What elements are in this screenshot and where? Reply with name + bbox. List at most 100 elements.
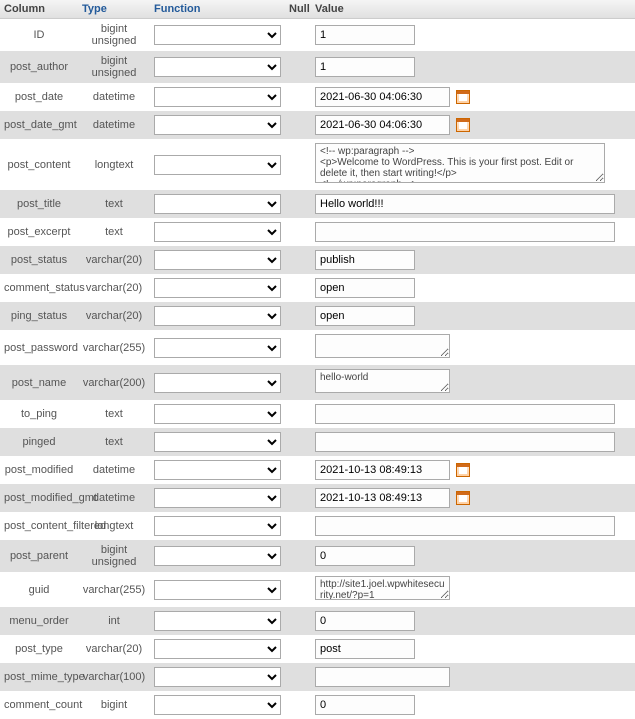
- value-input[interactable]: [315, 25, 415, 45]
- value-cell: [311, 456, 635, 484]
- value-input[interactable]: [315, 222, 615, 242]
- function-select[interactable]: [154, 115, 281, 135]
- null-cell: [285, 512, 311, 540]
- value-cell: [311, 190, 635, 218]
- table-row: post_date_gmtdatetime: [0, 111, 635, 139]
- function-select[interactable]: [154, 695, 281, 715]
- value-input[interactable]: [315, 639, 415, 659]
- function-select[interactable]: [154, 404, 281, 424]
- null-cell: [285, 302, 311, 330]
- field-type: bigint unsigned: [78, 51, 150, 83]
- value-input[interactable]: [315, 667, 450, 687]
- field-name: post_date: [0, 83, 78, 111]
- table-header-row: Column Type Function Null Value: [0, 0, 635, 19]
- header-column: Column: [0, 0, 78, 19]
- field-name: post_name: [0, 365, 78, 400]
- value-input[interactable]: [315, 546, 415, 566]
- field-name: ping_status: [0, 302, 78, 330]
- field-type: text: [78, 400, 150, 428]
- header-null: Null: [285, 0, 311, 19]
- function-select[interactable]: [154, 516, 281, 536]
- value-textarea[interactable]: <!-- wp:paragraph --> <p>Welcome to Word…: [315, 143, 605, 183]
- function-select[interactable]: [154, 546, 281, 566]
- function-select[interactable]: [154, 155, 281, 175]
- null-cell: [285, 428, 311, 456]
- field-type: datetime: [78, 83, 150, 111]
- function-cell: [150, 19, 285, 52]
- function-cell: [150, 607, 285, 635]
- table-row: post_statusvarchar(20): [0, 246, 635, 274]
- value-input[interactable]: [315, 57, 415, 77]
- field-type: text: [78, 218, 150, 246]
- header-type[interactable]: Type: [78, 0, 150, 19]
- value-cell: [311, 400, 635, 428]
- table-row: post_datedatetime: [0, 83, 635, 111]
- value-input[interactable]: [315, 432, 615, 452]
- value-cell: [311, 540, 635, 572]
- function-select[interactable]: [154, 250, 281, 270]
- function-select[interactable]: [154, 611, 281, 631]
- field-type: longtext: [78, 139, 150, 190]
- function-cell: [150, 512, 285, 540]
- value-input[interactable]: [315, 695, 415, 715]
- value-input[interactable]: [315, 250, 415, 270]
- function-select[interactable]: [154, 194, 281, 214]
- value-input[interactable]: [315, 460, 450, 480]
- field-type: varchar(255): [78, 330, 150, 365]
- value-cell: [311, 330, 635, 365]
- value-textarea[interactable]: [315, 334, 450, 358]
- field-name: post_content_filtered: [0, 512, 78, 540]
- function-select[interactable]: [154, 373, 281, 393]
- value-input[interactable]: [315, 516, 615, 536]
- value-input[interactable]: [315, 404, 615, 424]
- function-select[interactable]: [154, 580, 281, 600]
- null-cell: [285, 111, 311, 139]
- value-input[interactable]: [315, 306, 415, 326]
- function-select[interactable]: [154, 222, 281, 242]
- field-name: pinged: [0, 428, 78, 456]
- null-cell: [285, 218, 311, 246]
- value-input[interactable]: [315, 278, 415, 298]
- function-select[interactable]: [154, 432, 281, 452]
- function-select[interactable]: [154, 338, 281, 358]
- value-cell: [311, 302, 635, 330]
- calendar-icon[interactable]: [456, 463, 470, 477]
- value-input[interactable]: [315, 611, 415, 631]
- null-cell: [285, 572, 311, 607]
- value-textarea[interactable]: http://site1.joel.wpwhitesecurity.net/?p…: [315, 576, 450, 600]
- field-type: varchar(20): [78, 302, 150, 330]
- function-cell: [150, 218, 285, 246]
- value-input[interactable]: [315, 488, 450, 508]
- null-cell: [285, 540, 311, 572]
- field-name: post_content: [0, 139, 78, 190]
- function-cell: [150, 246, 285, 274]
- calendar-icon[interactable]: [456, 491, 470, 505]
- function-select[interactable]: [154, 278, 281, 298]
- value-cell: [311, 607, 635, 635]
- value-input[interactable]: [315, 115, 450, 135]
- function-select[interactable]: [154, 57, 281, 77]
- function-select[interactable]: [154, 25, 281, 45]
- value-input[interactable]: [315, 194, 615, 214]
- function-select[interactable]: [154, 306, 281, 326]
- function-select[interactable]: [154, 87, 281, 107]
- table-row: comment_statusvarchar(20): [0, 274, 635, 302]
- function-select[interactable]: [154, 488, 281, 508]
- calendar-icon[interactable]: [456, 90, 470, 104]
- header-function[interactable]: Function: [150, 0, 285, 19]
- value-cell: [311, 51, 635, 83]
- field-type: bigint unsigned: [78, 540, 150, 572]
- value-cell: [311, 512, 635, 540]
- null-cell: [285, 484, 311, 512]
- value-textarea[interactable]: hello-world: [315, 369, 450, 393]
- function-cell: [150, 540, 285, 572]
- field-name: post_excerpt: [0, 218, 78, 246]
- field-name: post_author: [0, 51, 78, 83]
- value-cell: [311, 428, 635, 456]
- function-select[interactable]: [154, 639, 281, 659]
- function-select[interactable]: [154, 460, 281, 480]
- calendar-icon[interactable]: [456, 118, 470, 132]
- value-input[interactable]: [315, 87, 450, 107]
- value-cell: [311, 19, 635, 52]
- function-select[interactable]: [154, 667, 281, 687]
